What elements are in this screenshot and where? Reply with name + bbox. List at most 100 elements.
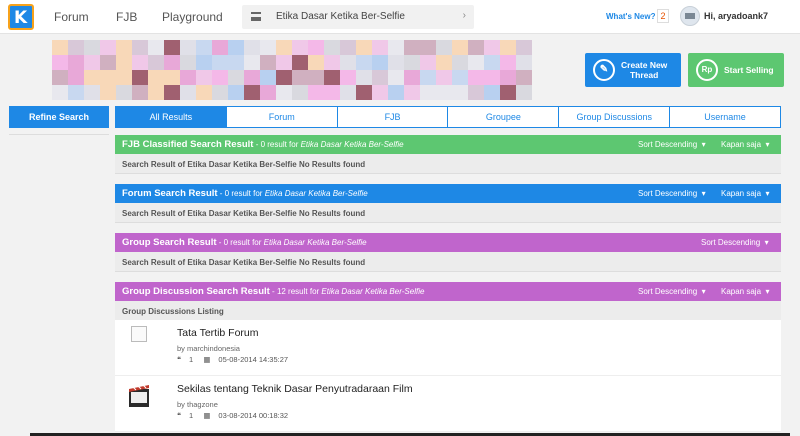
- banner-pixel: [180, 55, 196, 70]
- item-title[interactable]: Sekilas tentang Teknik Dasar Penyutradar…: [177, 383, 413, 395]
- banner-pixel: [132, 70, 148, 85]
- notification-badge[interactable]: 2: [657, 9, 669, 23]
- divider: [9, 134, 109, 135]
- banner-pixel: [372, 40, 388, 55]
- section-title: Group Discussion Search Result: [122, 286, 270, 297]
- banner-pixel: [196, 40, 212, 55]
- replies-icon: ❝: [177, 355, 182, 364]
- time-dropdown[interactable]: Kapan saja ▾: [721, 287, 770, 296]
- banner-pixel: [148, 55, 164, 70]
- list-item[interactable]: Tata Tertib Forum by marchindonesia ❝ 1 ▦…: [115, 320, 781, 376]
- start-selling-button[interactable]: Rp Start Selling: [688, 53, 784, 87]
- banner-pixel: [372, 70, 388, 85]
- banner-pixel: [212, 40, 228, 55]
- banner-pixel: [420, 55, 436, 70]
- banner-pixel: [68, 55, 84, 70]
- banner-pixel: [436, 55, 452, 70]
- forum-result-section: Forum Search Result - 0 result for Etika…: [115, 184, 781, 223]
- banner-pixel: [484, 55, 500, 70]
- banner-pixel: [196, 55, 212, 70]
- tab-forum[interactable]: Forum: [226, 106, 338, 128]
- group-result-section: Group Search Result - 0 result for Etika…: [115, 233, 781, 272]
- banner-pixel: [132, 55, 148, 70]
- refine-search-button[interactable]: Refine Search: [9, 106, 109, 128]
- banner-pixel: [68, 70, 84, 85]
- banner-pixel: [52, 85, 68, 100]
- banner-pixel: [468, 70, 484, 85]
- banner-pixel: [356, 55, 372, 70]
- banner-pixel: [436, 70, 452, 85]
- banner-pixel: [420, 70, 436, 85]
- list-item[interactable]: Sekilas tentang Teknik Dasar Penyutradar…: [115, 376, 781, 432]
- banner-pixel: [228, 70, 244, 85]
- banner-pixel: [372, 85, 388, 100]
- tab-groupee[interactable]: Groupee: [448, 106, 560, 128]
- banner-pixel: [116, 85, 132, 100]
- sort-dropdown[interactable]: Sort Descending ▾: [638, 189, 706, 198]
- banner-pixel: [276, 70, 292, 85]
- banner-pixel: [388, 40, 404, 55]
- banner-pixel: [228, 85, 244, 100]
- sort-dropdown[interactable]: Sort Descending ▾: [638, 287, 706, 296]
- search-input[interactable]: Etika Dasar Ketika Ber-Selfie ›: [242, 5, 474, 29]
- banner-pixel: [276, 40, 292, 55]
- menu-icon[interactable]: [251, 12, 261, 21]
- time-dropdown[interactable]: Kapan saja ▾: [721, 189, 770, 198]
- banner-pixel: [356, 40, 372, 55]
- nav-forum[interactable]: Forum: [54, 10, 89, 24]
- banner-pixel: [292, 85, 308, 100]
- banner-pixel: [260, 55, 276, 70]
- banner-pixel: [84, 70, 100, 85]
- user-greeting[interactable]: Hi, aryadoank7: [704, 11, 768, 21]
- banner-pixel: [276, 85, 292, 100]
- ad-banner[interactable]: [52, 40, 536, 100]
- banner-pixel: [132, 40, 148, 55]
- banner-pixel: [52, 55, 68, 70]
- avatar[interactable]: [680, 6, 700, 26]
- rupiah-icon: Rp: [696, 59, 718, 81]
- banner-pixel: [404, 70, 420, 85]
- tab-all-results[interactable]: All Results: [115, 106, 227, 128]
- thumbnail-image: [131, 326, 147, 342]
- banner-pixel: [500, 55, 516, 70]
- chevron-right-icon: ›: [462, 10, 466, 21]
- nav-fjb[interactable]: FJB: [116, 10, 137, 24]
- banner-pixel: [116, 55, 132, 70]
- banner-pixel: [452, 55, 468, 70]
- sort-dropdown[interactable]: Sort Descending ▾: [701, 238, 769, 247]
- item-author[interactable]: by marchindonesia: [177, 344, 240, 353]
- tab-fjb[interactable]: FJB: [337, 106, 449, 128]
- banner-pixel: [404, 40, 420, 55]
- banner-pixel: [516, 40, 532, 55]
- banner-pixel: [340, 55, 356, 70]
- no-results-text: Search Result of Etika Dasar Ketika Ber-…: [115, 203, 781, 223]
- banner-pixel: [244, 40, 260, 55]
- nav-playground[interactable]: Playground: [162, 10, 223, 24]
- banner-pixel: [276, 55, 292, 70]
- banner-pixel: [468, 40, 484, 55]
- banner-pixel: [100, 85, 116, 100]
- banner-pixel: [212, 85, 228, 100]
- banner-pixel: [324, 55, 340, 70]
- create-thread-button[interactable]: ✎ Create New Thread: [585, 53, 681, 87]
- banner-pixel: [292, 40, 308, 55]
- item-author[interactable]: by thagzone: [177, 400, 218, 409]
- time-dropdown[interactable]: Kapan saja ▾: [721, 140, 770, 149]
- whats-new-link[interactable]: What's New?: [606, 12, 655, 21]
- banner-pixel: [68, 40, 84, 55]
- item-title[interactable]: Tata Tertib Forum: [177, 327, 259, 339]
- banner-pixel: [100, 55, 116, 70]
- sort-dropdown[interactable]: Sort Descending ▾: [638, 140, 706, 149]
- banner-pixel: [164, 70, 180, 85]
- fjb-result-section: FJB Classified Search Result - 0 result …: [115, 135, 781, 174]
- tab-group-discussions[interactable]: Group Discussions: [559, 106, 671, 128]
- banner-pixel: [100, 40, 116, 55]
- banner-pixel: [340, 40, 356, 55]
- kaskus-logo[interactable]: K: [8, 4, 34, 30]
- replies-icon: ❝: [177, 411, 182, 420]
- banner-pixel: [308, 40, 324, 55]
- tab-username[interactable]: Username: [670, 106, 781, 128]
- banner-pixel: [452, 40, 468, 55]
- banner-pixel: [308, 55, 324, 70]
- banner-pixel: [468, 55, 484, 70]
